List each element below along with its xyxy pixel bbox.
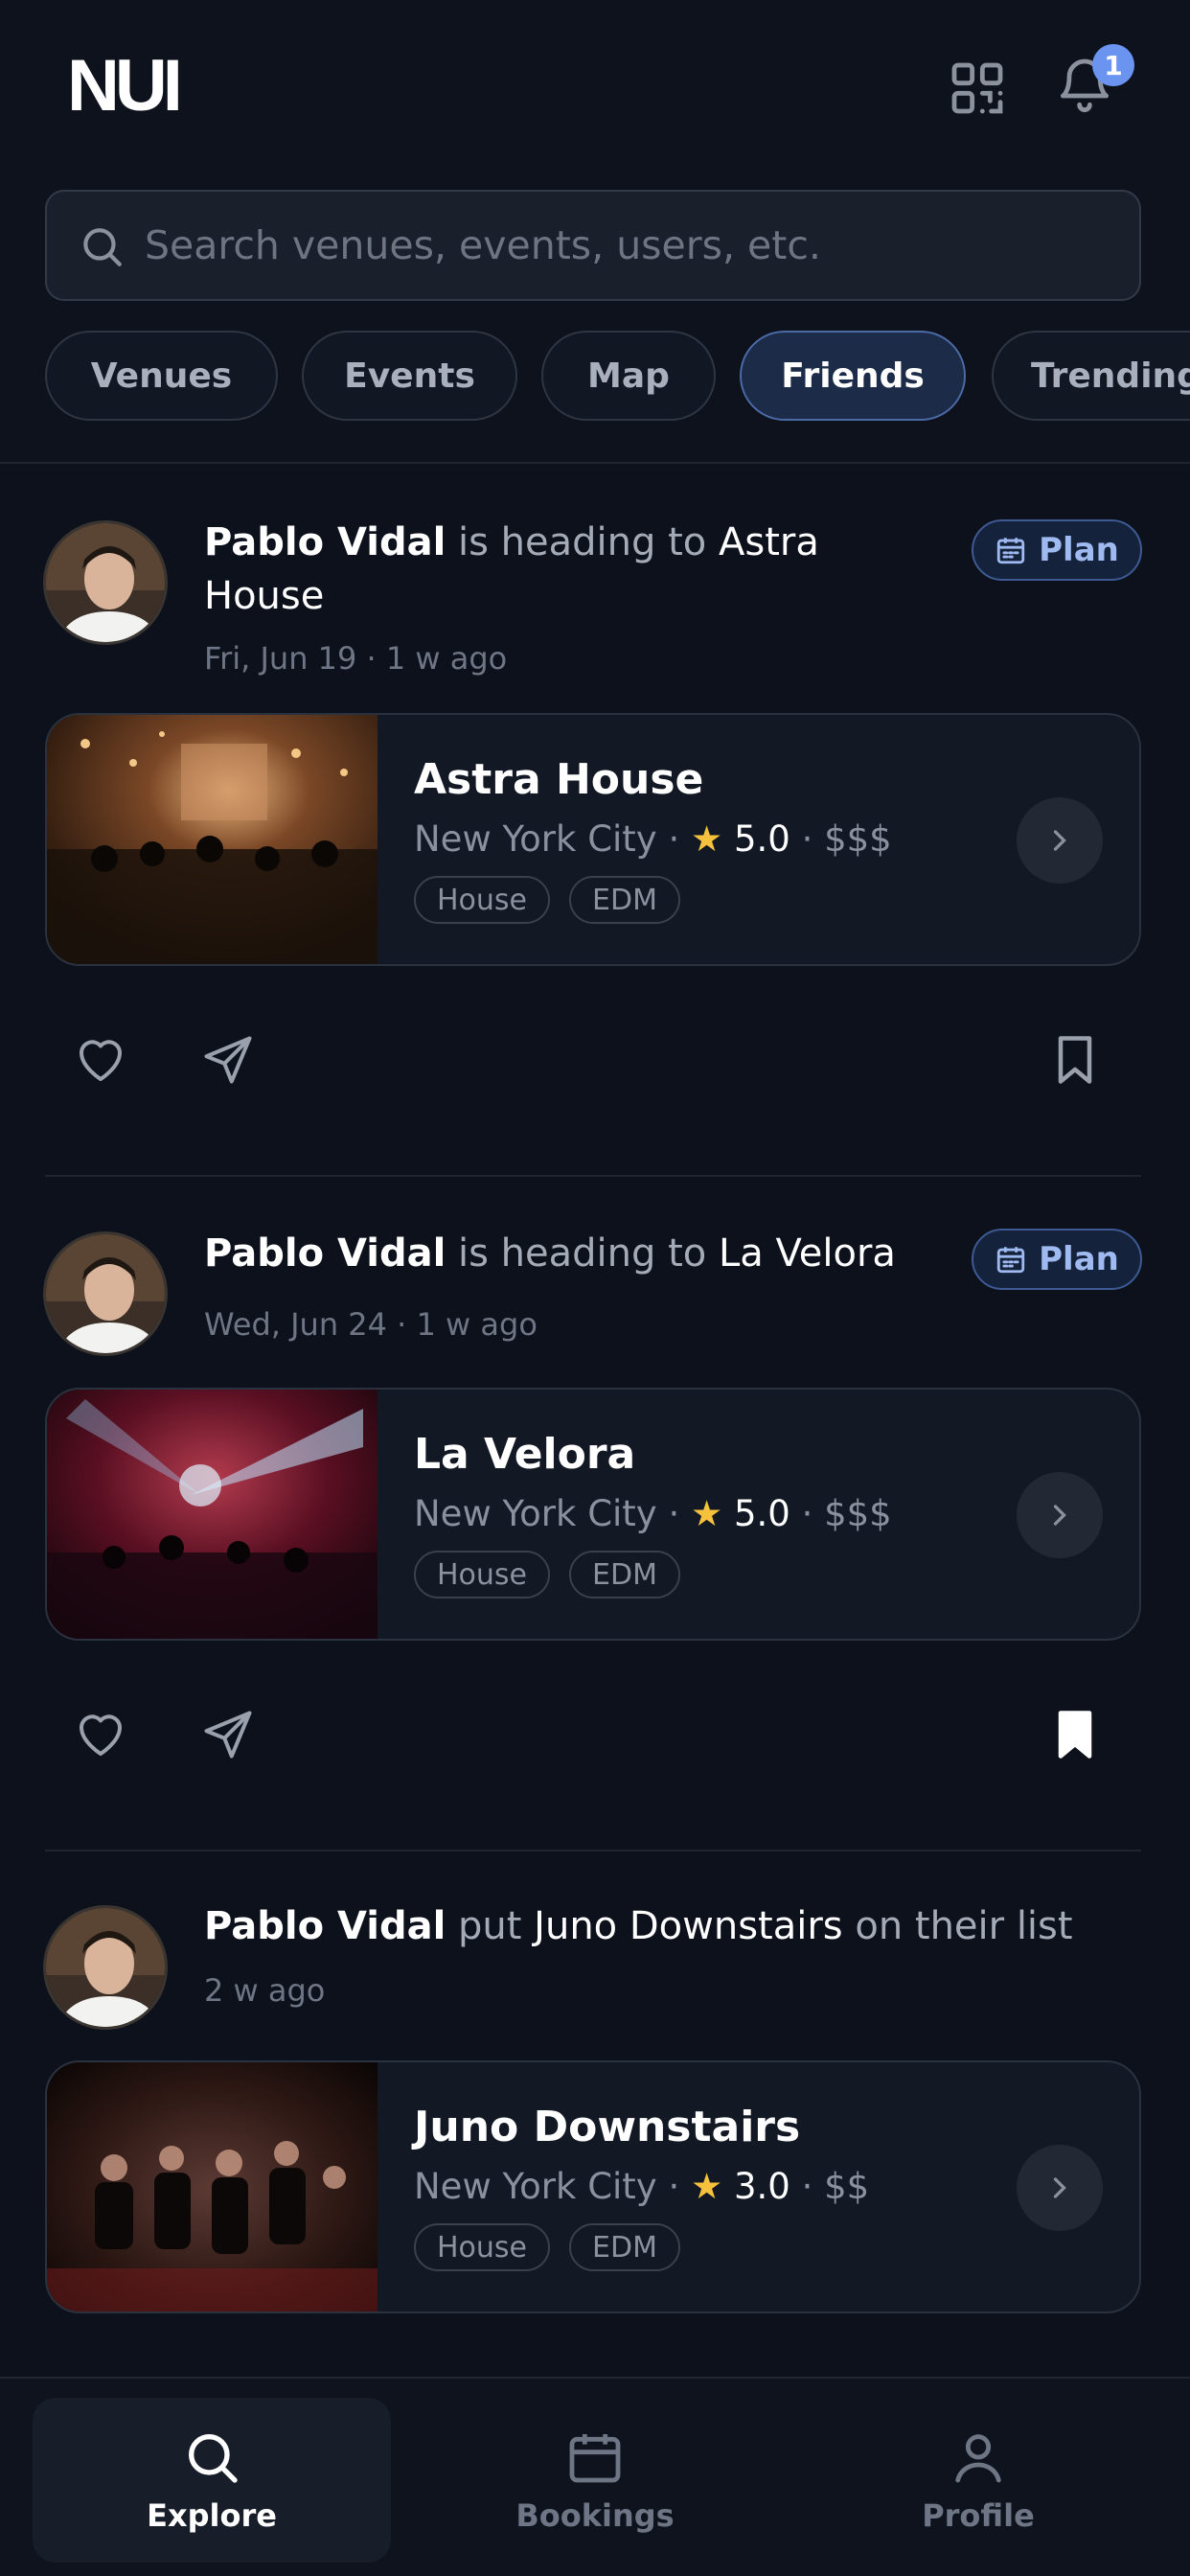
venue-city: New York City — [414, 1493, 657, 1534]
calendar-icon — [996, 1247, 1025, 1274]
user-name[interactable]: Pablo Vidal — [204, 520, 446, 564]
venue-rating: 5.0 — [733, 1493, 790, 1534]
venue-tags: House EDM — [414, 2223, 680, 2271]
post-action: is heading to — [458, 1231, 707, 1276]
nav-profile[interactable]: Profile — [799, 2398, 1157, 2563]
chevron-right-icon — [1053, 2177, 1066, 2198]
search-icon — [189, 2434, 238, 2483]
venue-name: Juno Downstairs — [414, 2103, 801, 2151]
send-icon[interactable] — [199, 1031, 257, 1089]
calendar-icon — [569, 2434, 621, 2483]
star-icon: ★ — [691, 2166, 723, 2207]
avatar[interactable] — [43, 1231, 168, 1356]
post-venue-link[interactable]: La Velora — [719, 1231, 896, 1276]
user-name[interactable]: Pablo Vidal — [204, 1231, 446, 1276]
heart-icon[interactable] — [72, 1031, 129, 1089]
tag: House — [414, 1551, 551, 1598]
venue-card[interactable]: Astra House New York City · ★ 5.0 · $$$ … — [45, 713, 1141, 966]
calendar-icon — [996, 538, 1025, 564]
tag: EDM — [569, 876, 680, 924]
venue-card[interactable]: Juno Downstairs New York City · ★ 3.0 · … — [45, 2060, 1141, 2313]
plan-button[interactable]: Plan — [972, 519, 1142, 581]
nav-label: Bookings — [515, 2497, 675, 2534]
post-timestamp: 2 w ago — [204, 1972, 326, 2009]
bookmark-filled-icon[interactable] — [1046, 1706, 1104, 1763]
search-icon — [83, 228, 122, 266]
open-venue-button[interactable] — [1017, 2145, 1103, 2231]
venue-name: Astra House — [414, 755, 704, 804]
post-timestamp: Wed, Jun 24 · 1 w ago — [204, 1306, 538, 1343]
tab-events[interactable]: Events — [302, 331, 517, 421]
bookmark-icon[interactable] — [1046, 1031, 1104, 1089]
venue-price: $$$ — [824, 1493, 892, 1534]
header-divider — [0, 462, 1190, 464]
notification-badge: 1 — [1092, 44, 1134, 86]
venue-city: New York City — [414, 2166, 657, 2207]
post-action-suffix: on their list — [855, 1904, 1073, 1948]
venue-name: La Velora — [414, 1430, 636, 1479]
tag: EDM — [569, 2223, 680, 2271]
user-icon — [955, 2434, 1001, 2483]
bottom-nav: Explore Bookings Profile — [0, 2377, 1190, 2576]
post-text: Pablo Vidal is heading to La Velora — [204, 1227, 932, 1280]
post-divider — [45, 1850, 1141, 1852]
heart-icon[interactable] — [72, 1706, 129, 1763]
search-bar[interactable] — [45, 190, 1141, 301]
nav-label: Profile — [922, 2497, 1035, 2534]
post-action: put — [458, 1904, 522, 1948]
qr-code-icon[interactable] — [947, 58, 1008, 119]
venue-price: $$$ — [824, 818, 892, 860]
venue-price: $$ — [824, 2166, 870, 2207]
venue-photo — [47, 715, 378, 964]
post-venue-link[interactable]: Juno Downstairs — [534, 1904, 842, 1948]
nav-label: Explore — [147, 2497, 277, 2534]
star-icon: ★ — [691, 1493, 723, 1534]
plan-button[interactable]: Plan — [972, 1229, 1142, 1290]
venue-tags: House EDM — [414, 876, 680, 924]
venue-tags: House EDM — [414, 1551, 680, 1598]
post-action: is heading to — [458, 520, 707, 564]
plan-label: Plan — [1039, 531, 1119, 569]
category-tabs: Venues Events Map Friends Trending — [0, 331, 1190, 426]
plan-label: Plan — [1039, 1240, 1119, 1278]
venue-meta: New York City · ★ 3.0 · $$ — [414, 2166, 870, 2207]
nav-explore[interactable]: Explore — [33, 2398, 391, 2563]
venue-photo — [47, 2062, 378, 2312]
tab-friends[interactable]: Friends — [740, 331, 966, 421]
avatar[interactable] — [43, 1905, 168, 2030]
post-timestamp: Fri, Jun 19 · 1 w ago — [204, 640, 508, 677]
venue-rating: 3.0 — [733, 2166, 790, 2207]
venue-rating: 5.0 — [733, 818, 790, 860]
tab-venues[interactable]: Venues — [45, 331, 278, 421]
post-text: Pablo Vidal put Juno Downstairs on their… — [204, 1899, 1143, 1953]
tab-trending[interactable]: Trending — [992, 331, 1190, 421]
nav-bookings[interactable]: Bookings — [416, 2398, 774, 2563]
tab-map[interactable]: Map — [541, 331, 716, 421]
venue-meta: New York City · ★ 5.0 · $$$ — [414, 1493, 892, 1534]
venue-meta: New York City · ★ 5.0 · $$$ — [414, 818, 892, 860]
open-venue-button[interactable] — [1017, 1472, 1103, 1558]
chevron-right-icon — [1053, 830, 1066, 851]
open-venue-button[interactable] — [1017, 797, 1103, 884]
tag: EDM — [569, 1551, 680, 1598]
chevron-right-icon — [1053, 1505, 1066, 1526]
venue-photo — [47, 1390, 378, 1639]
send-icon[interactable] — [199, 1706, 257, 1763]
app-logo: NUI — [67, 45, 183, 126]
post-text: Pablo Vidal is heading to Astra House — [204, 516, 932, 623]
star-icon: ★ — [691, 818, 723, 860]
avatar[interactable] — [43, 520, 168, 645]
venue-city: New York City — [414, 818, 657, 860]
tag: House — [414, 2223, 551, 2271]
post-divider — [45, 1175, 1141, 1177]
tag: House — [414, 876, 551, 924]
venue-card[interactable]: La Velora New York City · ★ 5.0 · $$$ Ho… — [45, 1388, 1141, 1641]
search-input[interactable] — [143, 209, 1101, 282]
top-header: NUI 1 Venues Events Map Friends Trending — [0, 0, 1190, 470]
user-name[interactable]: Pablo Vidal — [204, 1904, 446, 1948]
